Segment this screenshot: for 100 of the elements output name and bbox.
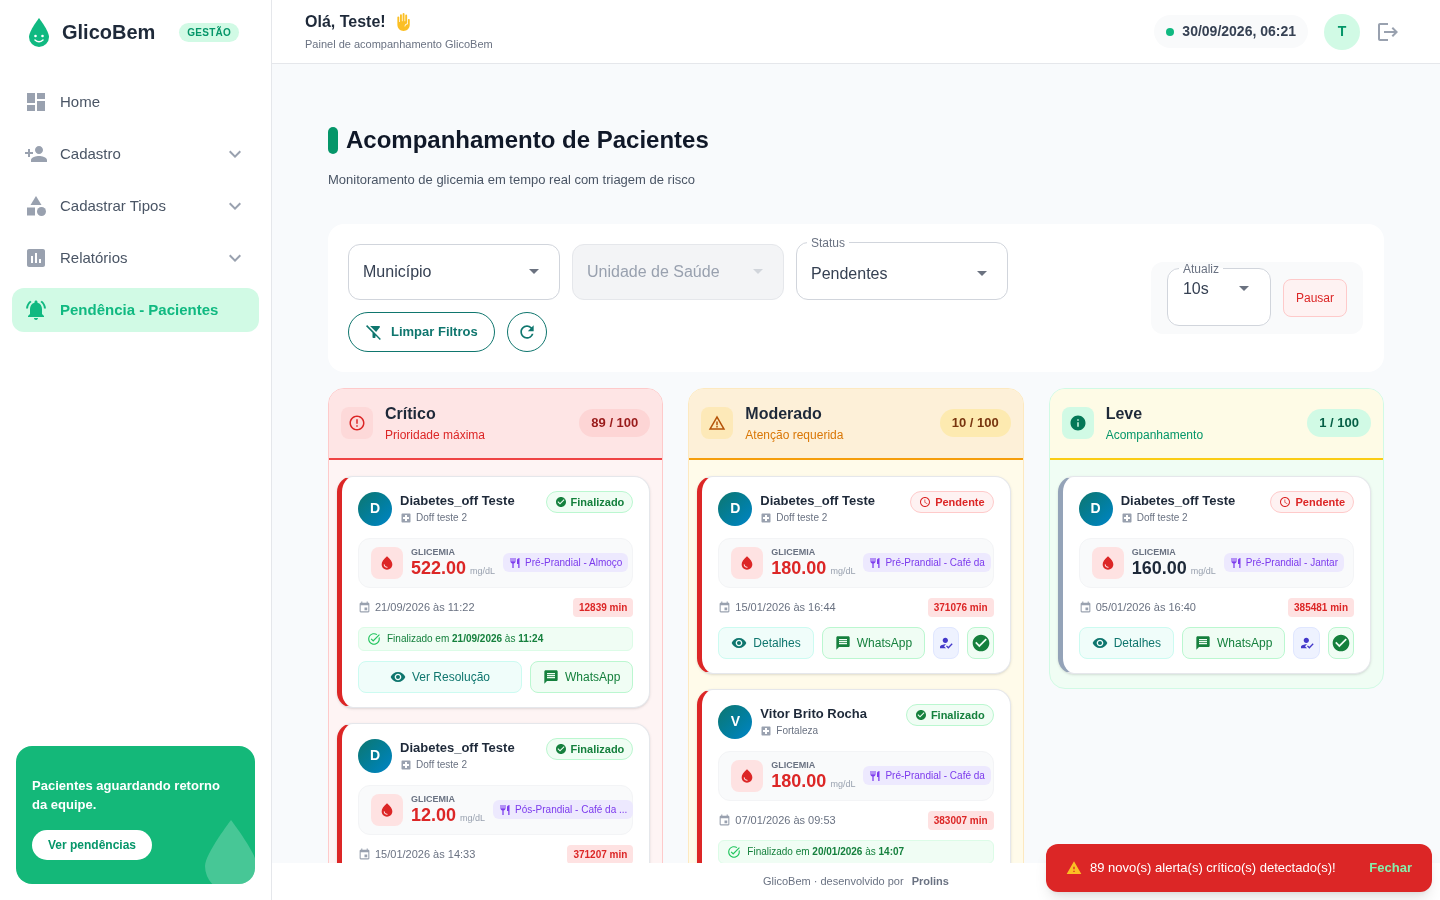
- glycemia-value: 522.00: [411, 556, 467, 579]
- confirm-button[interactable]: [1327, 626, 1354, 659]
- health-unit: Doff teste 2: [776, 511, 828, 525]
- column-count: 10 / 100: [939, 409, 1011, 437]
- calendar-icon: [358, 847, 371, 861]
- status-badge: Finalizado: [545, 737, 634, 760]
- glycemia-label: GLICEMIA: [771, 546, 817, 557]
- calendar-icon: [358, 600, 371, 614]
- select-field: Unidade de Saúde: [572, 243, 784, 300]
- status-badge: Pendente: [910, 490, 994, 513]
- glycemia-label: GLICEMIA: [771, 759, 817, 770]
- patient-card[interactable]: D Diabetes_off Teste Doff teste 2 Pendente GLICEMIA 160.00 mg/dL Pré-Prandial - Jantar 05/01/2026 às 16:40 385481 min Detalhes WhatsApp: [1057, 475, 1371, 674]
- measurement-date: 15/01/2026 às 14:33: [375, 846, 476, 862]
- whatsapp-button[interactable]: WhatsApp: [821, 626, 926, 659]
- glycemia-label: GLICEMIA: [1131, 546, 1177, 557]
- select-field[interactable]: Município: [348, 243, 560, 300]
- greeting: Olá, Teste!: [305, 12, 386, 33]
- blood-drop-icon: [731, 759, 764, 792]
- dashboard-icon: [24, 90, 48, 114]
- blood-drop-icon: [371, 793, 403, 826]
- calendar-icon: [1078, 600, 1092, 614]
- drop-decoration-icon: [203, 818, 255, 884]
- page-subtitle: Monitoramento de glicemia em tempo real com triagem de risco: [328, 171, 697, 189]
- cutlery-icon: [509, 556, 522, 569]
- cutlery-icon: [1229, 556, 1242, 569]
- title-accent-bar: [328, 126, 338, 154]
- details-button[interactable]: Detalhes: [1078, 626, 1175, 659]
- blood-drop-icon: [1091, 546, 1124, 579]
- patient-avatar: D: [1078, 491, 1113, 526]
- blood-drop-icon: [731, 546, 764, 579]
- hospital-icon: [400, 758, 412, 771]
- toast-message: 89 novo(s) alerta(s) crítico(s) detectado(s)!: [1090, 859, 1336, 878]
- info-icon: [1068, 414, 1087, 432]
- measurement-date: 07/01/2026 às 09:53: [735, 812, 836, 828]
- warning-icon: [1066, 860, 1082, 876]
- patient-avatar: D: [718, 491, 753, 526]
- hospital-icon: [1120, 511, 1133, 524]
- resolution-text: Finalizado em 20/01/2026 às 14:07: [747, 845, 905, 859]
- status-badge: Finalizado: [905, 703, 994, 726]
- column-title: Leve: [1105, 404, 1144, 424]
- patient-card[interactable]: D Diabetes_off Teste Doff teste 2 Finalizado GLICEMIA 12.00 mg/dL Pós-Prandial - Café da ... 15/01/2026 às 14:33 371207 min: [337, 722, 651, 863]
- whatsapp-button[interactable]: WhatsApp: [529, 660, 634, 693]
- bell-icon: [24, 298, 48, 322]
- dropdown-arrow-icon: [1238, 286, 1249, 291]
- clock-icon: [1279, 495, 1292, 508]
- bar-chart-icon: [24, 246, 48, 270]
- column-count: 1 / 100: [1307, 409, 1371, 437]
- cutlery-icon: [869, 556, 882, 569]
- measurement-date: 21/09/2026 às 11:22: [375, 599, 475, 615]
- column-subtitle: Prioridade máxima: [385, 427, 486, 444]
- patient-card[interactable]: D Diabetes_off Teste Doff teste 2 Pendente GLICEMIA 180.00 mg/dL Pré-Prandial - Café da 15/01/2026 às 16:44 371076 min Detalhes WhatsApp: [697, 475, 1011, 674]
- patient-name: Vitor Brito Rocha: [760, 704, 868, 723]
- hospital-icon: [760, 724, 773, 737]
- glycemia-label: GLICEMIA: [411, 546, 456, 557]
- promo-text: Pacientes aguardando retorno da equipe.: [32, 777, 221, 814]
- meal-tag: Pré-Prandial - Jantar: [1223, 553, 1344, 572]
- glycemia-unit: mg/dL: [830, 777, 856, 791]
- meal-tag: Pós-Prandial - Café da ...: [493, 800, 634, 819]
- header-subtitle: Painel de acompanhamento GlicoBem: [305, 37, 493, 53]
- glycemia-value: 180.00: [771, 556, 827, 579]
- role-badge: GESTÃO: [179, 22, 239, 42]
- page-title: Acompanhamento de Pacientes: [346, 125, 709, 155]
- whatsapp-button[interactable]: WhatsApp: [1182, 626, 1286, 659]
- glycemia-label: GLICEMIA: [411, 793, 456, 804]
- meal-tag: Pré-Prandial - Café da: [863, 553, 991, 572]
- health-unit: Fortaleza: [776, 724, 818, 738]
- view-resolution-button[interactable]: Ver Resolução: [358, 660, 522, 693]
- assign-button[interactable]: [1293, 626, 1320, 659]
- patient-name: Diabetes_off Teste: [400, 491, 516, 510]
- developer-logo: Prolins: [911, 874, 949, 890]
- assign-button[interactable]: [933, 626, 960, 659]
- patient-card[interactable]: D Diabetes_off Teste Doff teste 2 Finalizado GLICEMIA 522.00 mg/dL Pré-Prandial - Almoço 21/09/2026 às 11:22 12839 min Finalizado em 21/09/2026 às 11:24 Ver Resolução WhatsApp: [337, 475, 651, 708]
- column-title: Moderado: [745, 404, 823, 424]
- glycemia-value: 180.00: [771, 769, 827, 792]
- sidebar-item[interactable]: Cadastrar Tipos: [12, 184, 259, 228]
- resolution-text: Finalizado em 21/09/2026 às 11:24: [387, 632, 544, 646]
- meal-tag: Pré-Prandial - Almoço: [503, 553, 629, 572]
- pause-button[interactable]: Pausar: [1282, 278, 1347, 317]
- hospital-icon: [760, 511, 773, 524]
- details-button[interactable]: Detalhes: [718, 626, 814, 659]
- elapsed-time: 371207 min: [567, 844, 634, 863]
- glycemia-unit: mg/dL: [830, 564, 856, 578]
- health-unit: Doff teste 2: [1136, 511, 1188, 525]
- patient-card[interactable]: V Vitor Brito Rocha Fortaleza Finalizado GLICEMIA 180.00 mg/dL Pré-Prandial - Café da 07/01/2026 às 09:53 383007 min Finalizado em 20/01/2026 às 14:07: [697, 688, 1011, 863]
- sidebar-item[interactable]: Cadastro: [12, 132, 259, 176]
- glycemia-unit: mg/dL: [460, 811, 486, 825]
- status-badge: Pendente: [1270, 490, 1354, 513]
- datetime-text: 30/09/2026, 06:21: [1182, 22, 1296, 41]
- cutlery-icon: [499, 803, 512, 816]
- sidebar-item[interactable]: Relatórios: [12, 236, 259, 280]
- drop-logo-icon: [28, 17, 50, 47]
- message-icon: [834, 634, 851, 651]
- dropdown-arrow-icon: [529, 269, 539, 274]
- column-subtitle: Acompanhamento: [1105, 427, 1204, 444]
- confirm-button[interactable]: [967, 626, 994, 659]
- warning-icon: [708, 414, 727, 432]
- sidebar-item[interactable]: Home: [12, 80, 259, 124]
- view-pending-button[interactable]: Ver pendências: [32, 830, 153, 860]
- message-icon: [1195, 634, 1212, 651]
- column-title: Crítico: [385, 404, 437, 424]
